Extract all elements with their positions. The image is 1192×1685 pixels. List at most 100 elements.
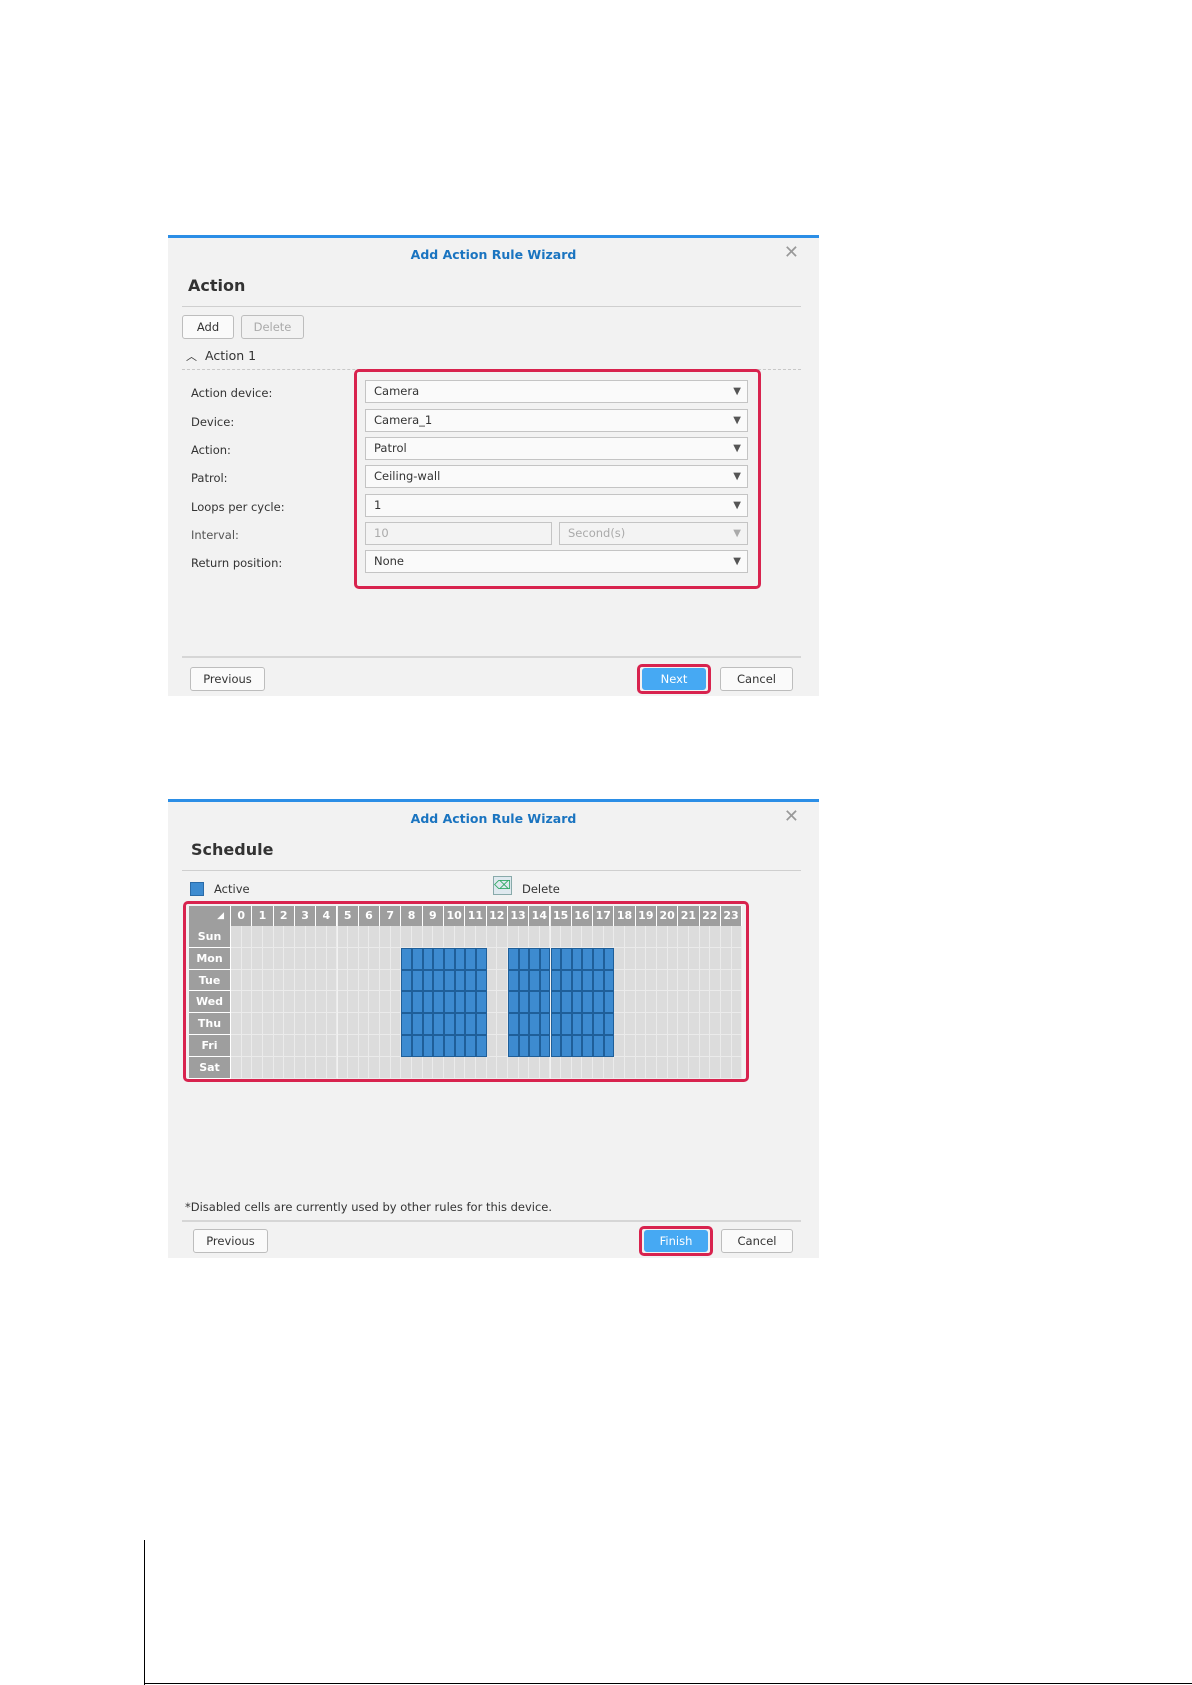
schedule-cell-active[interactable] [550, 991, 562, 1014]
schedule-cell[interactable] [720, 991, 732, 1014]
schedule-cell[interactable] [571, 1056, 583, 1079]
schedule-cell-active[interactable] [465, 1035, 476, 1057]
schedule-cell[interactable] [678, 947, 689, 970]
schedule-cell[interactable] [369, 1013, 381, 1035]
schedule-cell[interactable] [305, 1056, 317, 1079]
schedule-cell[interactable] [710, 1056, 721, 1079]
return-position-select[interactable]: None ▼ [365, 550, 748, 573]
schedule-cell[interactable] [720, 947, 732, 970]
schedule-cell[interactable] [614, 1056, 626, 1079]
schedule-cell[interactable] [358, 969, 370, 992]
schedule-cell[interactable] [294, 969, 306, 992]
schedule-cell[interactable] [401, 1056, 413, 1079]
schedule-cell[interactable] [635, 1035, 647, 1057]
schedule-cell-active[interactable] [518, 991, 530, 1014]
schedule-cell-active[interactable] [539, 1035, 551, 1057]
schedule-cell[interactable] [657, 991, 668, 1014]
schedule-cell-active[interactable] [507, 991, 519, 1014]
schedule-cell-active[interactable] [433, 947, 444, 970]
schedule-cell[interactable] [646, 991, 657, 1014]
schedule-cell[interactable] [433, 1056, 444, 1079]
schedule-cell[interactable] [369, 926, 381, 948]
hour-header[interactable]: 15 [550, 906, 572, 926]
schedule-cell-active[interactable] [507, 1013, 519, 1035]
schedule-cell[interactable] [657, 1056, 668, 1079]
schedule-cell-active[interactable] [529, 991, 540, 1014]
schedule-cell-active[interactable] [550, 947, 562, 970]
schedule-cell[interactable] [358, 1013, 370, 1035]
schedule-cell-active[interactable] [401, 969, 413, 992]
close-icon[interactable]: ✕ [784, 807, 799, 827]
schedule-cell[interactable] [688, 1035, 700, 1057]
schedule-cell[interactable] [316, 991, 327, 1014]
schedule-cell[interactable] [657, 969, 668, 992]
schedule-cell-active[interactable] [561, 1035, 572, 1057]
schedule-cell[interactable] [486, 969, 498, 992]
schedule-cell[interactable] [635, 969, 647, 992]
schedule-cell[interactable] [369, 991, 381, 1014]
schedule-cell[interactable] [422, 1056, 434, 1079]
add-button[interactable]: Add [182, 315, 234, 339]
schedule-cell[interactable] [273, 1056, 285, 1079]
schedule-cell[interactable] [625, 1013, 636, 1035]
schedule-cell-active[interactable] [454, 1013, 466, 1035]
schedule-cell[interactable] [231, 1013, 242, 1035]
schedule-cell[interactable] [710, 1013, 721, 1035]
schedule-cell[interactable] [348, 969, 359, 992]
schedule-cell[interactable] [625, 969, 636, 992]
schedule-cell-active[interactable] [561, 991, 572, 1014]
schedule-cell[interactable] [326, 991, 338, 1014]
schedule-cell[interactable] [444, 1056, 455, 1079]
patrol-select[interactable]: Ceiling-wall ▼ [365, 465, 748, 488]
schedule-cell[interactable] [486, 947, 498, 970]
schedule-cell[interactable] [497, 947, 508, 970]
schedule-cell[interactable] [625, 947, 636, 970]
schedule-cell[interactable] [358, 1056, 370, 1079]
schedule-cell[interactable] [497, 991, 508, 1014]
schedule-cell[interactable] [486, 1013, 498, 1035]
schedule-cell[interactable] [688, 1013, 700, 1035]
hour-header[interactable]: 22 [699, 906, 721, 926]
cancel-button[interactable]: Cancel [720, 667, 793, 691]
schedule-cell[interactable] [241, 1013, 253, 1035]
schedule-cell[interactable] [348, 1035, 359, 1057]
schedule-cell[interactable] [454, 926, 466, 948]
schedule-cell[interactable] [380, 969, 391, 992]
schedule-cell-active[interactable] [412, 1013, 423, 1035]
schedule-cell-active[interactable] [507, 1035, 519, 1057]
schedule-cell[interactable] [699, 1056, 711, 1079]
schedule-cell[interactable] [539, 1056, 551, 1079]
schedule-cell-active[interactable] [529, 1013, 540, 1035]
schedule-cell-active[interactable] [529, 969, 540, 992]
schedule-cell[interactable] [305, 969, 317, 992]
schedule-cell-active[interactable] [444, 969, 455, 992]
previous-button[interactable]: Previous [190, 667, 265, 691]
schedule-cell[interactable] [720, 1035, 732, 1057]
schedule-cell[interactable] [273, 926, 285, 948]
schedule-cell[interactable] [646, 1013, 657, 1035]
schedule-cell-active[interactable] [550, 1035, 562, 1057]
schedule-cell[interactable] [358, 991, 370, 1014]
day-header[interactable]: Mon [189, 947, 231, 970]
schedule-cell[interactable] [635, 947, 647, 970]
schedule-cell[interactable] [603, 1056, 615, 1079]
schedule-cell[interactable] [539, 926, 551, 948]
schedule-cell[interactable] [348, 1013, 359, 1035]
schedule-cell[interactable] [699, 1035, 711, 1057]
schedule-cell[interactable] [614, 926, 626, 948]
schedule-cell[interactable] [241, 969, 253, 992]
schedule-cell-active[interactable] [561, 969, 572, 992]
schedule-cell[interactable] [657, 947, 668, 970]
schedule-cell-active[interactable] [582, 991, 594, 1014]
schedule-cell[interactable] [614, 991, 626, 1014]
schedule-cell[interactable] [369, 1035, 381, 1057]
schedule-cell[interactable] [678, 1013, 689, 1035]
schedule-cell-active[interactable] [603, 947, 615, 970]
schedule-cell-active[interactable] [433, 991, 444, 1014]
schedule-cell[interactable] [284, 991, 295, 1014]
schedule-cell[interactable] [603, 926, 615, 948]
schedule-cell-active[interactable] [454, 969, 466, 992]
schedule-cell[interactable] [316, 1035, 327, 1057]
next-button[interactable]: Next [642, 668, 706, 690]
schedule-cell[interactable] [422, 926, 434, 948]
